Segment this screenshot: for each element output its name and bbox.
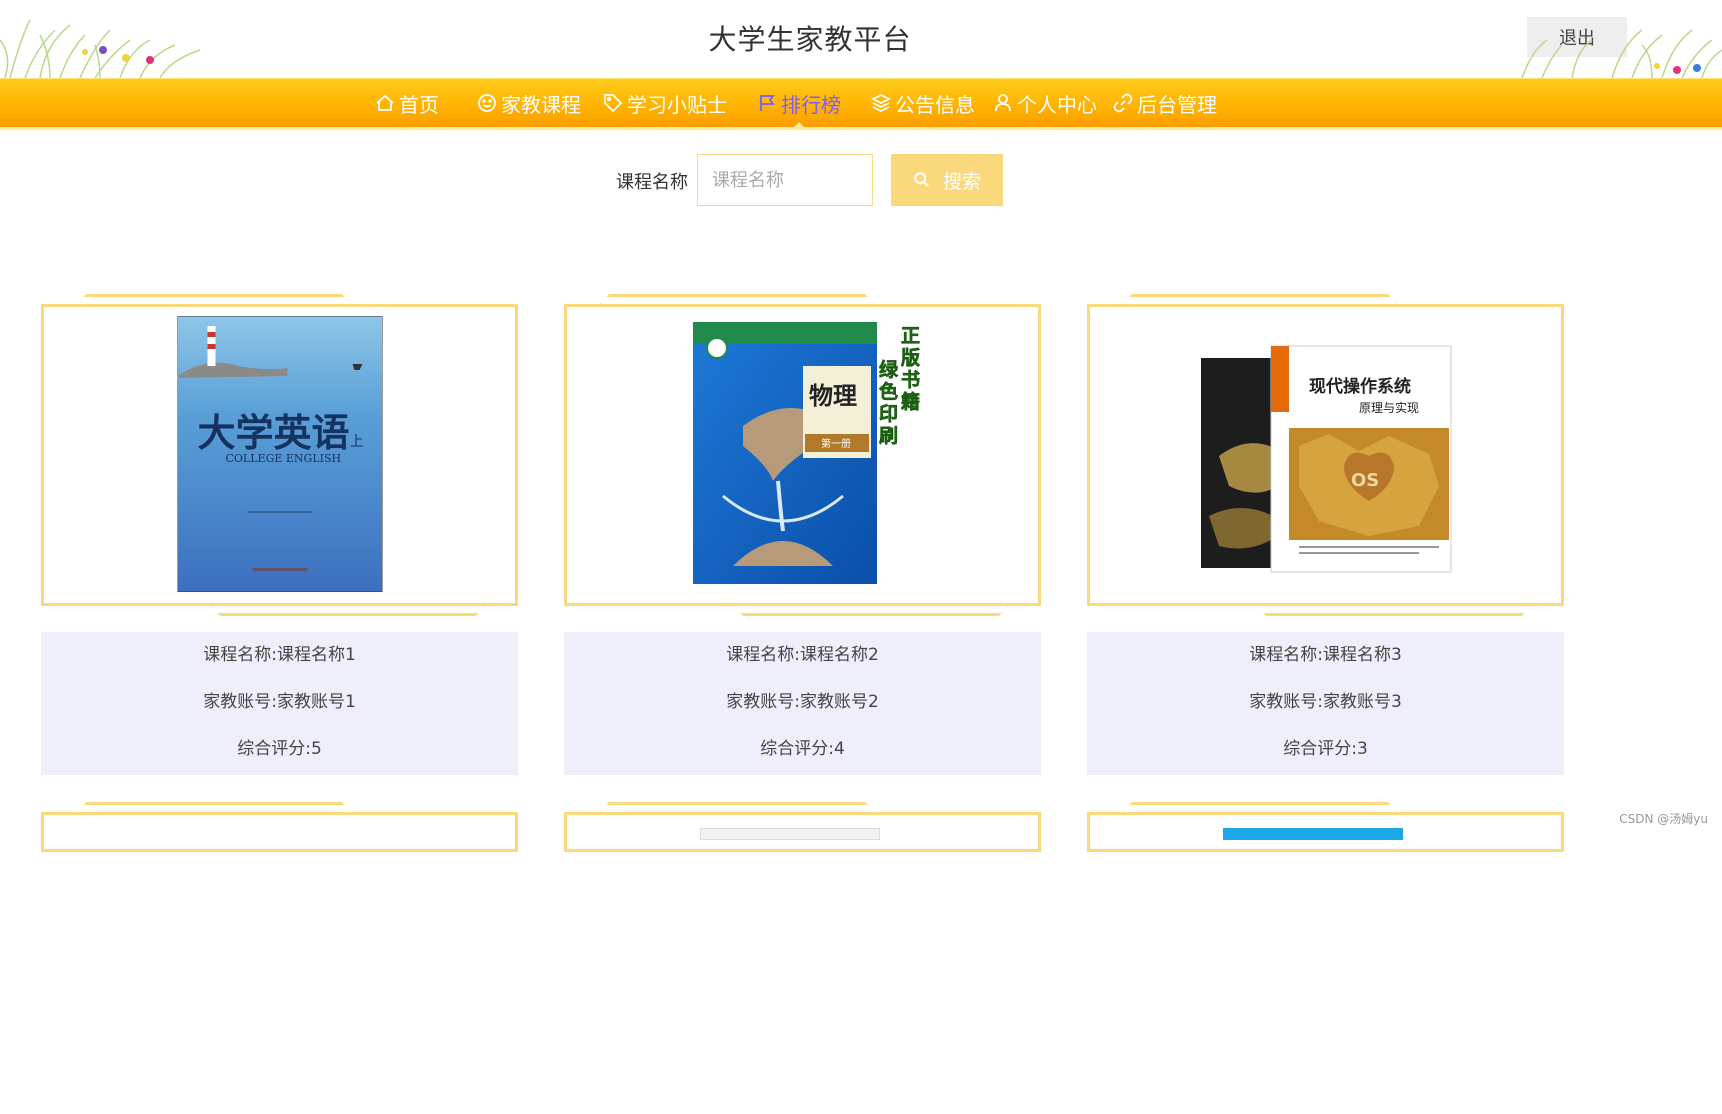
course-cover-image: 大学英语 上 COLLEGE ENGLISH [177,316,382,592]
search-label: 课程名称 [616,172,688,193]
main-nav: 首页 家教课程 学习小贴士 排行榜 公告信息 个人中心 后台管理 [0,78,1722,130]
user-icon [995,94,1011,112]
flag-icon [760,95,775,111]
frame-decoration [732,604,1010,616]
course-card-frame[interactable] [564,802,1041,1114]
svg-text:绿: 绿 [879,358,899,381]
grass-decoration-right-icon [1521,29,1722,78]
cover-title: 现代操作系统 [1309,376,1411,397]
nav-item-profile[interactable]: 个人中心 [993,79,1097,127]
course-card-info: 课程名称:课程名称1 家教账号:家教账号1 综合评分:5 [41,632,518,775]
cover-badge: OS [1351,470,1379,491]
search-bar: 课程名称 搜索 [0,154,1722,206]
svg-text:色: 色 [879,380,898,403]
cover-subtitle: 第一册 [821,437,851,450]
nav-item-label: 后台管理 [1137,92,1217,117]
search-input[interactable] [697,154,873,206]
cover-title: 物理 [809,381,857,410]
overall-rating: 综合评分:4 [760,739,845,759]
course-card-frame[interactable] [1087,802,1564,1114]
link-icon [1113,93,1133,113]
nav-item-label: 个人中心 [1017,92,1097,117]
frame-decoration [1255,604,1533,616]
site-header: 大学生家教平台 退出 [0,0,1722,78]
home-icon [376,94,394,111]
course-name: 课程名称:课程名称3 [1249,645,1402,665]
cover-subtitle: 原理与实现 [1359,400,1419,415]
tag-icon [604,94,623,113]
course-cover-image [1223,828,1403,840]
svg-text:籍: 籍 [901,390,920,413]
course-cover-image [700,828,880,840]
nav-item-label: 家教课程 [501,92,581,117]
course-name: 课程名称:课程名称1 [203,645,356,665]
nav-item-label: 公告信息 [895,92,975,117]
course-card-info: 课程名称:课程名称2 家教账号:家教账号2 综合评分:4 [564,632,1041,775]
overall-rating: 综合评分:3 [1283,739,1368,759]
cover-subtitle: COLLEGE ENGLISH [225,452,341,465]
tutor-account: 家教账号:家教账号2 [726,692,879,712]
cover-volume: 上 [349,434,363,450]
course-card-frame[interactable]: 大学英语 上 COLLEGE ENGLISH [41,294,518,616]
smile-icon [478,94,496,112]
frame-decoration [41,812,518,852]
svg-text:书: 书 [901,369,920,391]
svg-text:正: 正 [901,325,920,347]
course-name: 课程名称:课程名称2 [726,645,879,665]
course-cover-image: 物理 第一册 正版书籍 绿色印刷 [692,322,920,584]
course-card-frame[interactable]: 现代操作系统 原理与实现 OS [1087,294,1564,616]
nav-item-label: 学习小贴士 [627,92,727,117]
tutor-account: 家教账号:家教账号1 [203,692,356,712]
nav-item-label: 排行榜 [781,92,841,117]
nav-item-admin[interactable]: 后台管理 [1113,79,1217,127]
nav-item-label: 首页 [399,92,439,117]
svg-text:版: 版 [901,346,920,369]
course-cover-image: 现代操作系统 原理与实现 OS [1200,345,1451,573]
svg-text:刷: 刷 [879,425,898,447]
nav-item-courses[interactable]: 家教课程 [477,79,581,127]
nav-item-home[interactable]: 首页 [375,79,439,127]
search-button-label: 搜索 [942,170,981,193]
course-card-frame[interactable]: 物理 第一册 正版书籍 绿色印刷 [564,294,1041,616]
nav-item-announcements[interactable]: 公告信息 [871,79,975,127]
watermark: CSDN @汤姆yu [1619,812,1708,826]
frame-decoration [209,604,487,616]
svg-text:印: 印 [879,403,898,425]
search-icon [914,172,929,188]
nav-item-tips[interactable]: 学习小贴士 [603,79,727,127]
overall-rating: 综合评分:5 [237,739,322,759]
search-button[interactable]: 搜索 [891,154,1003,206]
course-card-frame[interactable] [41,802,518,1114]
layers-icon [871,93,891,113]
tutor-account: 家教账号:家教账号3 [1249,692,1402,712]
site-title: 大学生家教平台 [708,23,912,56]
cover-title: 大学英语 [197,410,349,455]
nav-item-ranking[interactable]: 排行榜 [757,79,841,127]
course-card-info: 课程名称:课程名称3 家教账号:家教账号3 综合评分:3 [1087,632,1564,775]
